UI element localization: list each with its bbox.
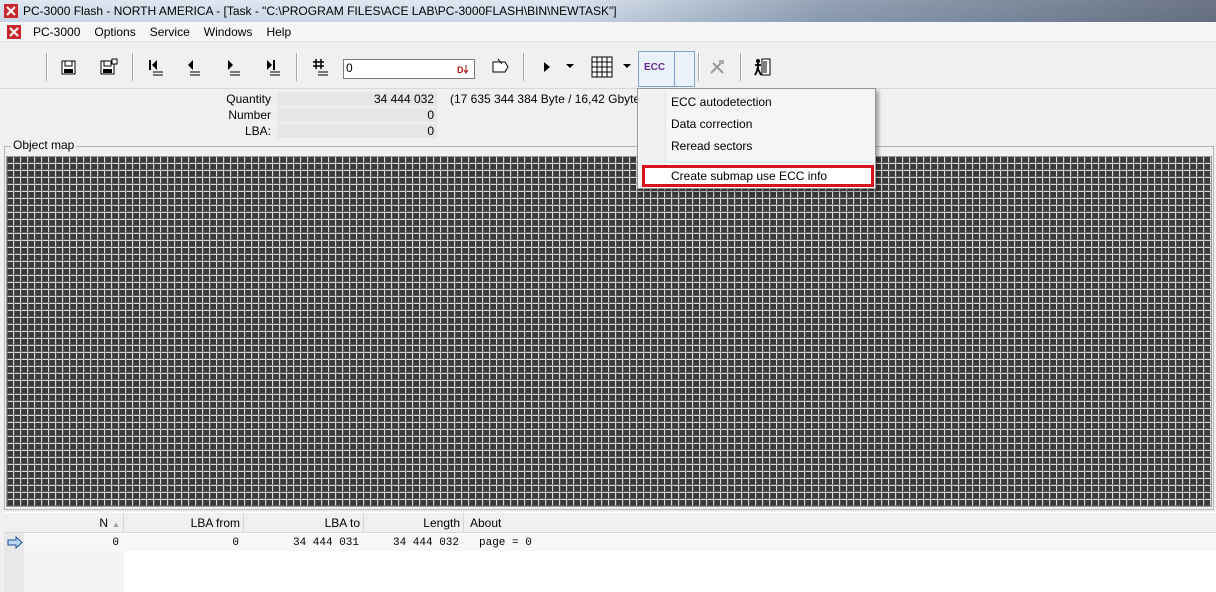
next-icon[interactable] — [220, 55, 244, 79]
first-icon[interactable] — [143, 55, 167, 79]
column-lba-from[interactable]: LBA from — [124, 513, 244, 533]
last-icon[interactable] — [260, 55, 284, 79]
title-bar: PC-3000 Flash - NORTH AMERICA - [Task - … — [0, 0, 1216, 22]
exit-icon[interactable] — [750, 55, 774, 79]
app-icon — [4, 4, 18, 18]
app-menu-icon[interactable] — [6, 24, 22, 40]
number-value: 0 — [277, 108, 437, 122]
cell-about: page = 0 — [479, 537, 532, 549]
current-row-arrow-icon — [7, 536, 23, 549]
cell-lba-from: 0 — [232, 537, 239, 549]
goto-number-icon[interactable] — [308, 55, 332, 79]
svg-text:D: D — [457, 65, 464, 75]
number-label: Number — [228, 108, 271, 122]
column-n[interactable]: N ▲ — [24, 513, 124, 533]
object-map-grid[interactable] — [6, 156, 1212, 507]
column-about[interactable]: About — [466, 513, 1216, 533]
play-icon[interactable] — [535, 55, 559, 79]
save-as-icon[interactable] — [96, 55, 120, 79]
window-title: PC-3000 Flash - NORTH AMERICA - [Task - … — [23, 4, 617, 18]
ecc-dropdown-menu: ECC autodetection Data correction Reread… — [637, 88, 876, 189]
menu-item-ecc-autodetection[interactable]: ECC autodetection — [671, 95, 772, 109]
toolbar: 0 D — [0, 43, 1216, 89]
tools-icon[interactable] — [705, 55, 729, 79]
play-dropdown-arrow-icon[interactable] — [563, 55, 577, 79]
column-lba-to[interactable]: LBA to — [244, 513, 364, 533]
cell-lba-to: 34 444 031 — [292, 537, 359, 549]
quantity-value: 34 444 032 — [277, 92, 437, 106]
menu-options[interactable]: Options — [87, 25, 142, 39]
lba-label: LBA: — [244, 124, 271, 138]
menu-item-data-correction[interactable]: Data correction — [671, 117, 752, 131]
ecc-button-label: ECC — [644, 62, 666, 73]
cell-length: 34 444 032 — [392, 537, 459, 549]
quantity-extra: (17 635 344 384 Byte / 16,42 Gbytes — [450, 92, 647, 106]
grid-dropdown-arrow-icon[interactable] — [620, 55, 634, 79]
menu-item-reread-sectors[interactable]: Reread sectors — [671, 139, 752, 153]
menu-item-create-submap-ecc[interactable]: Create submap use ECC info — [671, 169, 827, 183]
grid-icon[interactable] — [590, 55, 614, 79]
quantity-label: Quantity — [226, 92, 271, 106]
sort-ascending-icon: ▲ — [112, 520, 120, 529]
menu-service[interactable]: Service — [143, 25, 197, 39]
lba-value: 0 — [277, 124, 437, 138]
save-icon[interactable] — [57, 55, 81, 79]
decimal-mode-icon[interactable]: D — [456, 62, 470, 76]
menu-bar: PC-3000 Options Service Windows Help — [0, 22, 1216, 42]
cell-n: 0 — [112, 537, 119, 549]
object-map-title: Object map — [11, 138, 77, 152]
column-length[interactable]: Length — [364, 513, 464, 533]
menu-pc3000[interactable]: PC-3000 — [26, 25, 87, 39]
menu-windows[interactable]: Windows — [197, 25, 260, 39]
previous-icon[interactable] — [180, 55, 204, 79]
go-to-icon[interactable] — [488, 55, 512, 79]
menu-help[interactable]: Help — [259, 25, 298, 39]
